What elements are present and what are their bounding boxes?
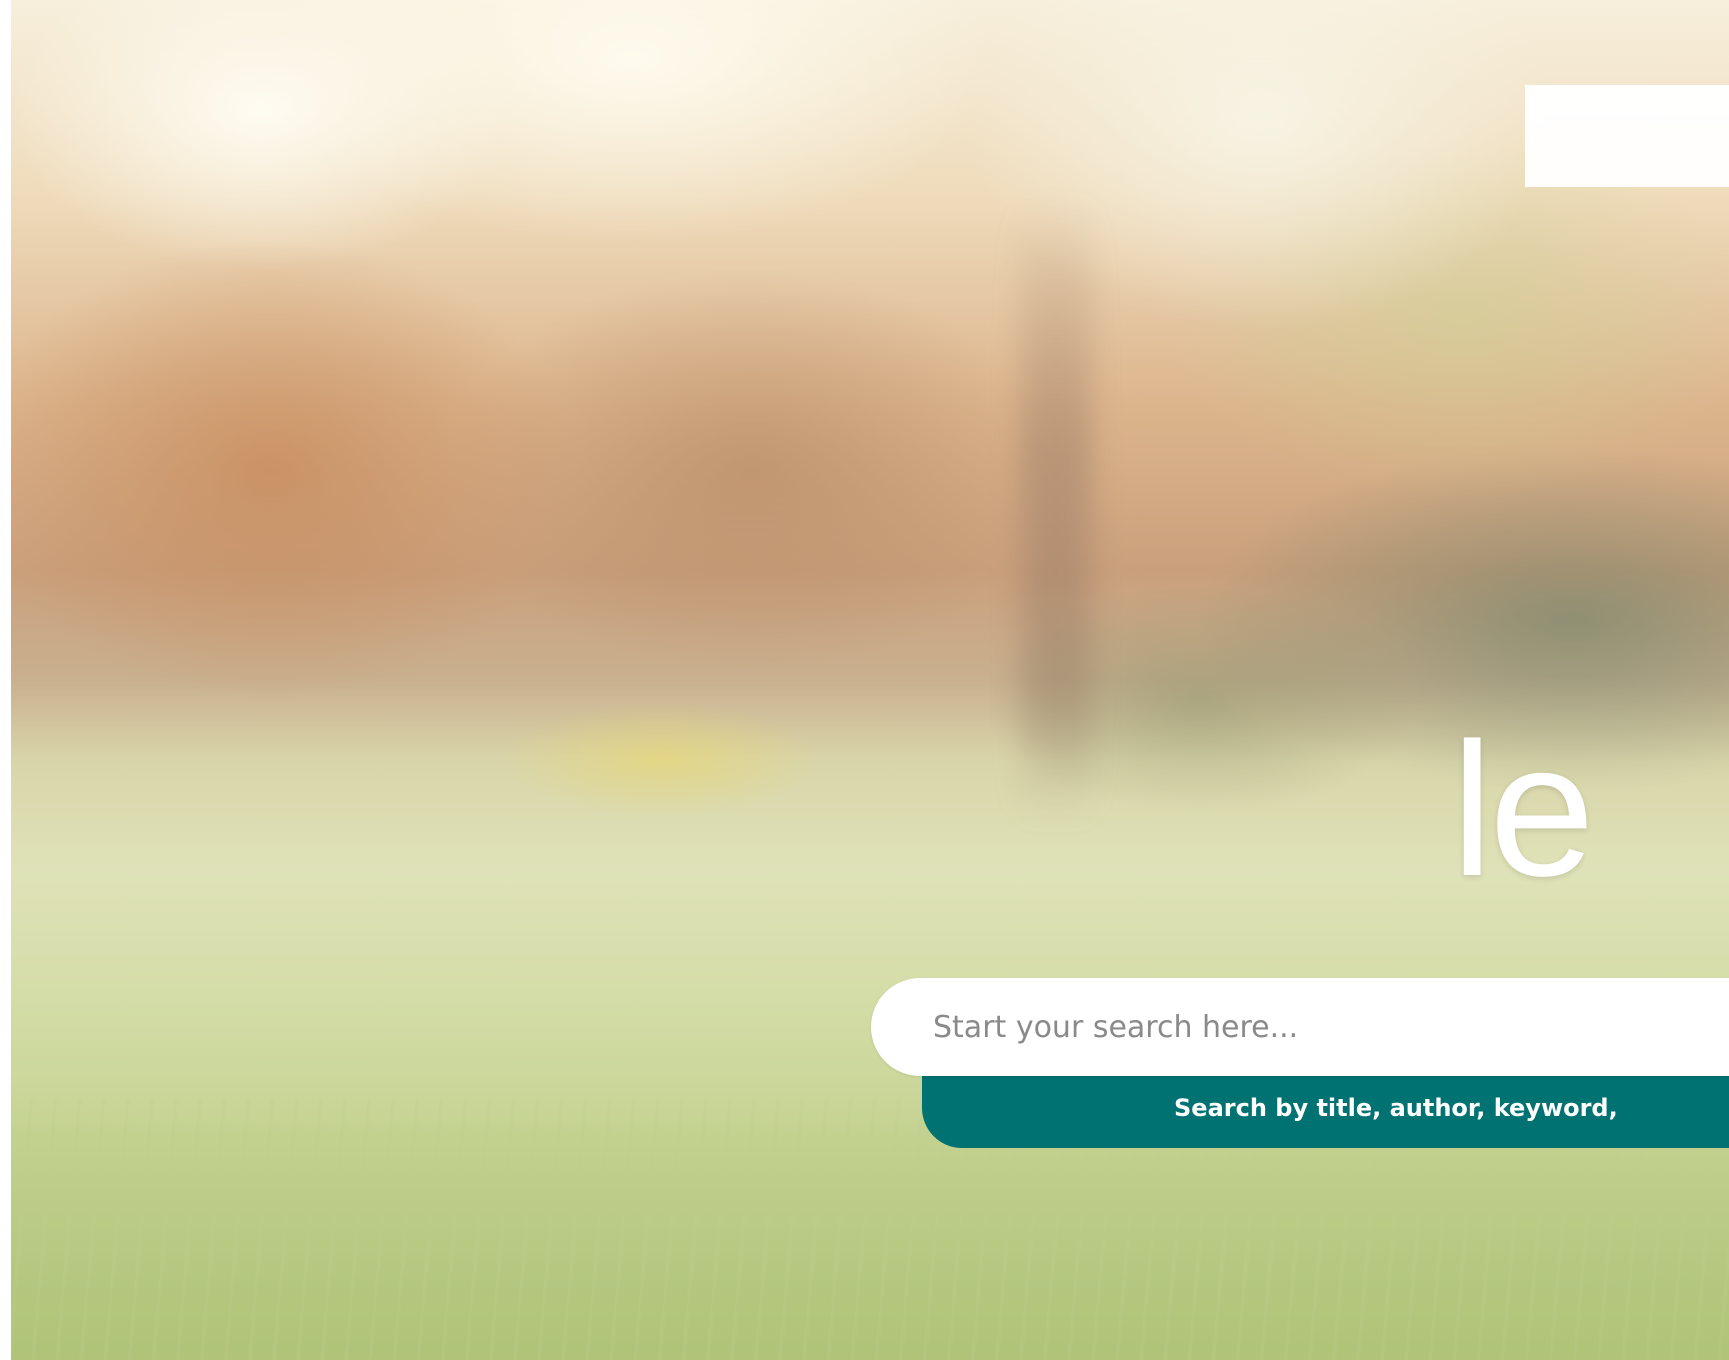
search-hint-text: Search by title, author, keyword, — [1174, 1094, 1618, 1122]
search-input[interactable] — [871, 978, 1729, 1076]
hero-background-image — [11, 0, 1729, 1360]
search-hint-bar: Search by title, author, keyword, — [922, 1069, 1729, 1148]
page: le Search by title, author, keyword, — [11, 0, 1729, 1360]
hero-headline: le — [1451, 704, 1595, 916]
search-area: Search by title, author, keyword, — [871, 978, 1729, 1148]
site-logo-panel[interactable] — [1525, 85, 1729, 187]
